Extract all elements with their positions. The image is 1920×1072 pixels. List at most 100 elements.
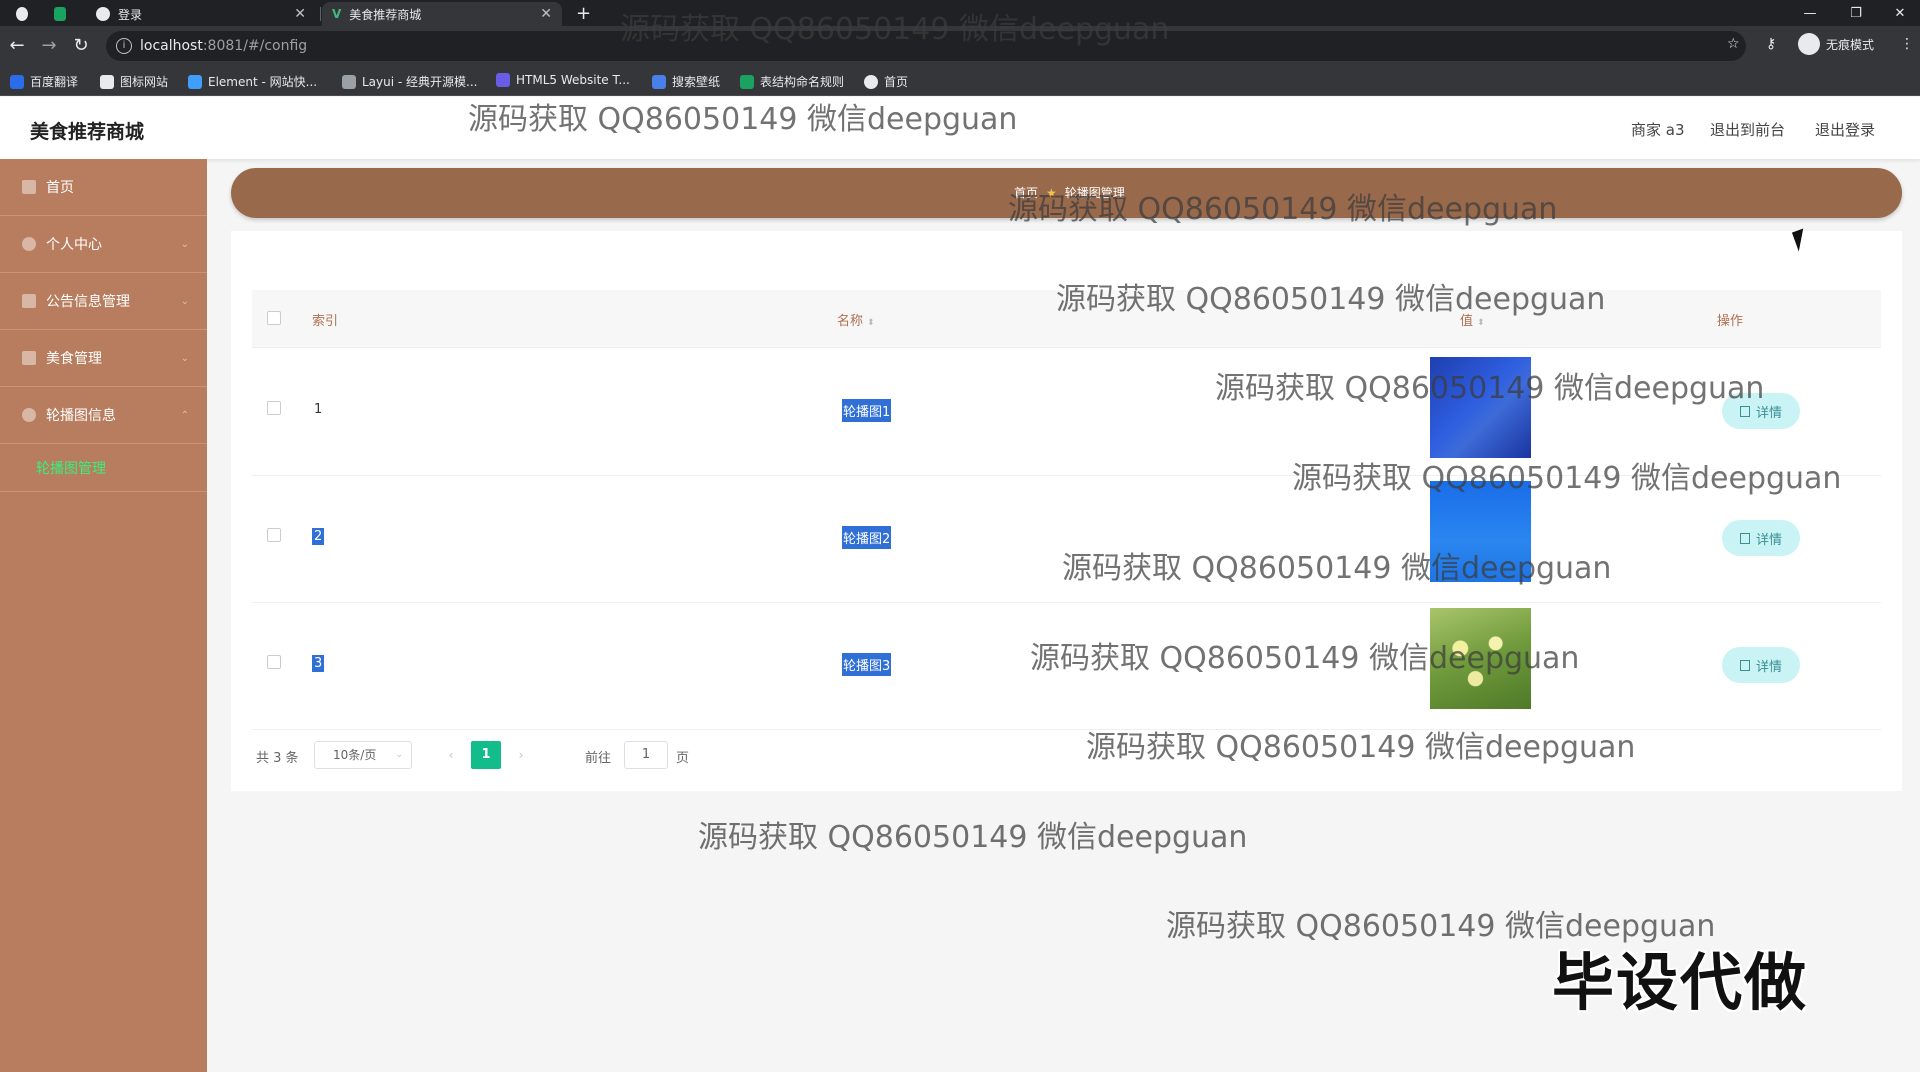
globe-icon bbox=[96, 7, 110, 21]
brand-title: 美食推荐商城 bbox=[30, 121, 145, 143]
pagination-total: 共 3 条 bbox=[256, 751, 299, 766]
document-icon bbox=[1739, 659, 1750, 671]
sort-icon: ⬍ bbox=[867, 318, 875, 328]
row-name: 轮播图3 bbox=[842, 653, 892, 676]
bookmark-item[interactable]: 图标网站 bbox=[100, 73, 168, 90]
page-number-current[interactable]: 1 bbox=[471, 741, 501, 769]
row-checkbox[interactable] bbox=[267, 655, 281, 669]
bookmark-item[interactable]: 表结构命名规则 bbox=[740, 73, 844, 90]
key-icon[interactable]: ⚷ bbox=[1766, 36, 1776, 52]
chrome-icon bbox=[16, 7, 28, 21]
sidebar-item-carousel-info[interactable]: 轮播图信息 ⌃ bbox=[0, 387, 207, 444]
watermark-text: 源码获取 QQ86050149 微信deepguan bbox=[698, 820, 1248, 855]
sidebar-subitem-carousel-management[interactable]: 轮播图管理 bbox=[36, 458, 106, 478]
row-index: 1 bbox=[314, 402, 323, 417]
sidebar-item-food-management[interactable]: 美食管理 ⌄ bbox=[0, 330, 207, 387]
green-app-icon bbox=[54, 7, 66, 21]
tab-login-label: 登录 bbox=[118, 7, 143, 22]
flag-icon bbox=[100, 74, 114, 89]
minimize-icon[interactable]: — bbox=[1788, 0, 1832, 26]
incognito-label: 无痕模式 bbox=[1826, 37, 1875, 52]
chevron-down-icon: ⌄ bbox=[180, 352, 189, 364]
header-name[interactable]: 名称 ⬍ bbox=[837, 310, 875, 329]
wallpaper-icon bbox=[652, 74, 666, 89]
watermark-text: 源码获取 QQ86050149 微信deepguan bbox=[1062, 551, 1612, 586]
bookmark-item[interactable]: Element - 网站快... bbox=[188, 73, 317, 90]
page-size-select[interactable]: 10条/页 ⌄ bbox=[314, 741, 412, 769]
reload-icon[interactable]: ↻ bbox=[70, 35, 92, 57]
row-checkbox[interactable] bbox=[267, 528, 281, 542]
sort-icon: ⬍ bbox=[1477, 318, 1485, 328]
watermark-text: 源码获取 QQ86050149 微信deepguan bbox=[1030, 641, 1580, 676]
select-all-checkbox[interactable] bbox=[267, 311, 281, 325]
bookmark-item[interactable]: HTML5 Website T... bbox=[496, 73, 630, 87]
row-index: 3 bbox=[312, 655, 325, 672]
url-text: localhost:8081/#/config bbox=[140, 38, 308, 54]
row-name: 轮播图1 bbox=[842, 399, 892, 422]
notice-icon bbox=[22, 294, 36, 308]
carousel-icon bbox=[22, 408, 36, 422]
chevron-down-icon: ⌄ bbox=[180, 295, 189, 307]
document-icon bbox=[1739, 532, 1750, 544]
bookmarks-bar: 百度翻译 图标网站 Element - 网站快... Layui - 经典开源模… bbox=[0, 66, 1920, 96]
bookmark-star-icon[interactable]: ☆ bbox=[1727, 36, 1740, 52]
back-icon[interactable]: ← bbox=[6, 35, 28, 57]
home-icon bbox=[22, 180, 36, 194]
next-page-icon[interactable]: › bbox=[506, 741, 536, 769]
vue-icon: V bbox=[332, 7, 342, 21]
menu-dots-icon[interactable]: ⋮ bbox=[1900, 36, 1914, 52]
sheet-icon bbox=[740, 74, 754, 89]
header-action: 操作 bbox=[1717, 314, 1744, 329]
row-name: 轮播图2 bbox=[842, 526, 892, 549]
row-checkbox[interactable] bbox=[267, 401, 281, 415]
watermark-text: 源码获取 QQ86050149 微信deepguan bbox=[1086, 730, 1636, 765]
sidebar-item-notice-management[interactable]: 公告信息管理 ⌄ bbox=[0, 273, 207, 330]
forward-icon[interactable]: → bbox=[38, 35, 60, 57]
info-icon[interactable]: i bbox=[116, 38, 132, 54]
html5-icon bbox=[496, 73, 510, 87]
exit-to-frontend-link[interactable]: 退出到前台 bbox=[1710, 119, 1785, 140]
incognito-indicator[interactable]: 无痕模式 bbox=[1798, 33, 1874, 55]
header-index: 索引 bbox=[312, 314, 339, 329]
sidebar-divider bbox=[0, 491, 207, 492]
close-icon[interactable]: ✕ bbox=[294, 6, 306, 22]
sidebar: 首页 个人中心 ⌄ 公告信息管理 ⌄ 美食管理 ⌄ 轮播图信息 ⌃ 轮播图管理 bbox=[0, 159, 207, 1072]
tab-active-shop[interactable]: V 美食推荐商城 ✕ bbox=[322, 2, 562, 26]
detail-button[interactable]: 详情 bbox=[1722, 647, 1800, 683]
close-icon[interactable]: ✕ bbox=[540, 6, 552, 22]
sidebar-item-personal-center[interactable]: 个人中心 ⌄ bbox=[0, 216, 207, 273]
tab-green-app[interactable] bbox=[44, 2, 84, 26]
watermark-big-text: 毕设代做 bbox=[1552, 946, 1809, 1019]
close-window-icon[interactable]: ✕ bbox=[1878, 0, 1920, 26]
watermark-text: 源码获取 QQ86050149 微信deepguan bbox=[620, 12, 1170, 47]
food-icon bbox=[22, 351, 36, 365]
globe-icon bbox=[864, 74, 878, 89]
tab-separator bbox=[320, 7, 321, 21]
chevron-down-icon: ⌄ bbox=[395, 750, 403, 760]
bookmark-item[interactable]: Layui - 经典开源模... bbox=[342, 73, 477, 90]
sidebar-item-home[interactable]: 首页 bbox=[0, 159, 207, 216]
merchant-user-label: 商家 a3 bbox=[1631, 121, 1685, 139]
goto-unit: 页 bbox=[676, 751, 690, 766]
translate-icon bbox=[10, 74, 24, 89]
watermark-text: 源码获取 QQ86050149 微信deepguan bbox=[468, 102, 1018, 137]
new-tab-icon[interactable]: + bbox=[576, 3, 591, 24]
detail-button[interactable]: 详情 bbox=[1722, 520, 1800, 556]
logout-link[interactable]: 退出登录 bbox=[1815, 119, 1875, 140]
bookmark-item[interactable]: 搜索壁纸 bbox=[652, 73, 720, 90]
bookmark-item[interactable]: 首页 bbox=[864, 73, 908, 90]
watermark-text: 源码获取 QQ86050149 微信deepguan bbox=[1215, 371, 1765, 406]
goto-page-input[interactable]: 1 bbox=[624, 741, 668, 769]
restore-icon[interactable]: ❐ bbox=[1834, 0, 1878, 26]
goto-label: 前往 bbox=[585, 751, 612, 766]
watermark-text: 源码获取 QQ86050149 微信deepguan bbox=[1292, 461, 1842, 496]
prev-page-icon[interactable]: ‹ bbox=[436, 741, 466, 769]
user-icon bbox=[22, 237, 36, 251]
document-icon bbox=[1739, 405, 1750, 417]
tab-chrome[interactable] bbox=[6, 2, 46, 26]
layui-icon bbox=[342, 74, 356, 89]
bookmark-item[interactable]: 百度翻译 bbox=[10, 73, 78, 90]
chevron-down-icon: ⌄ bbox=[180, 238, 189, 250]
element-icon bbox=[188, 74, 202, 89]
tab-login[interactable]: 登录 ✕ bbox=[86, 2, 316, 26]
